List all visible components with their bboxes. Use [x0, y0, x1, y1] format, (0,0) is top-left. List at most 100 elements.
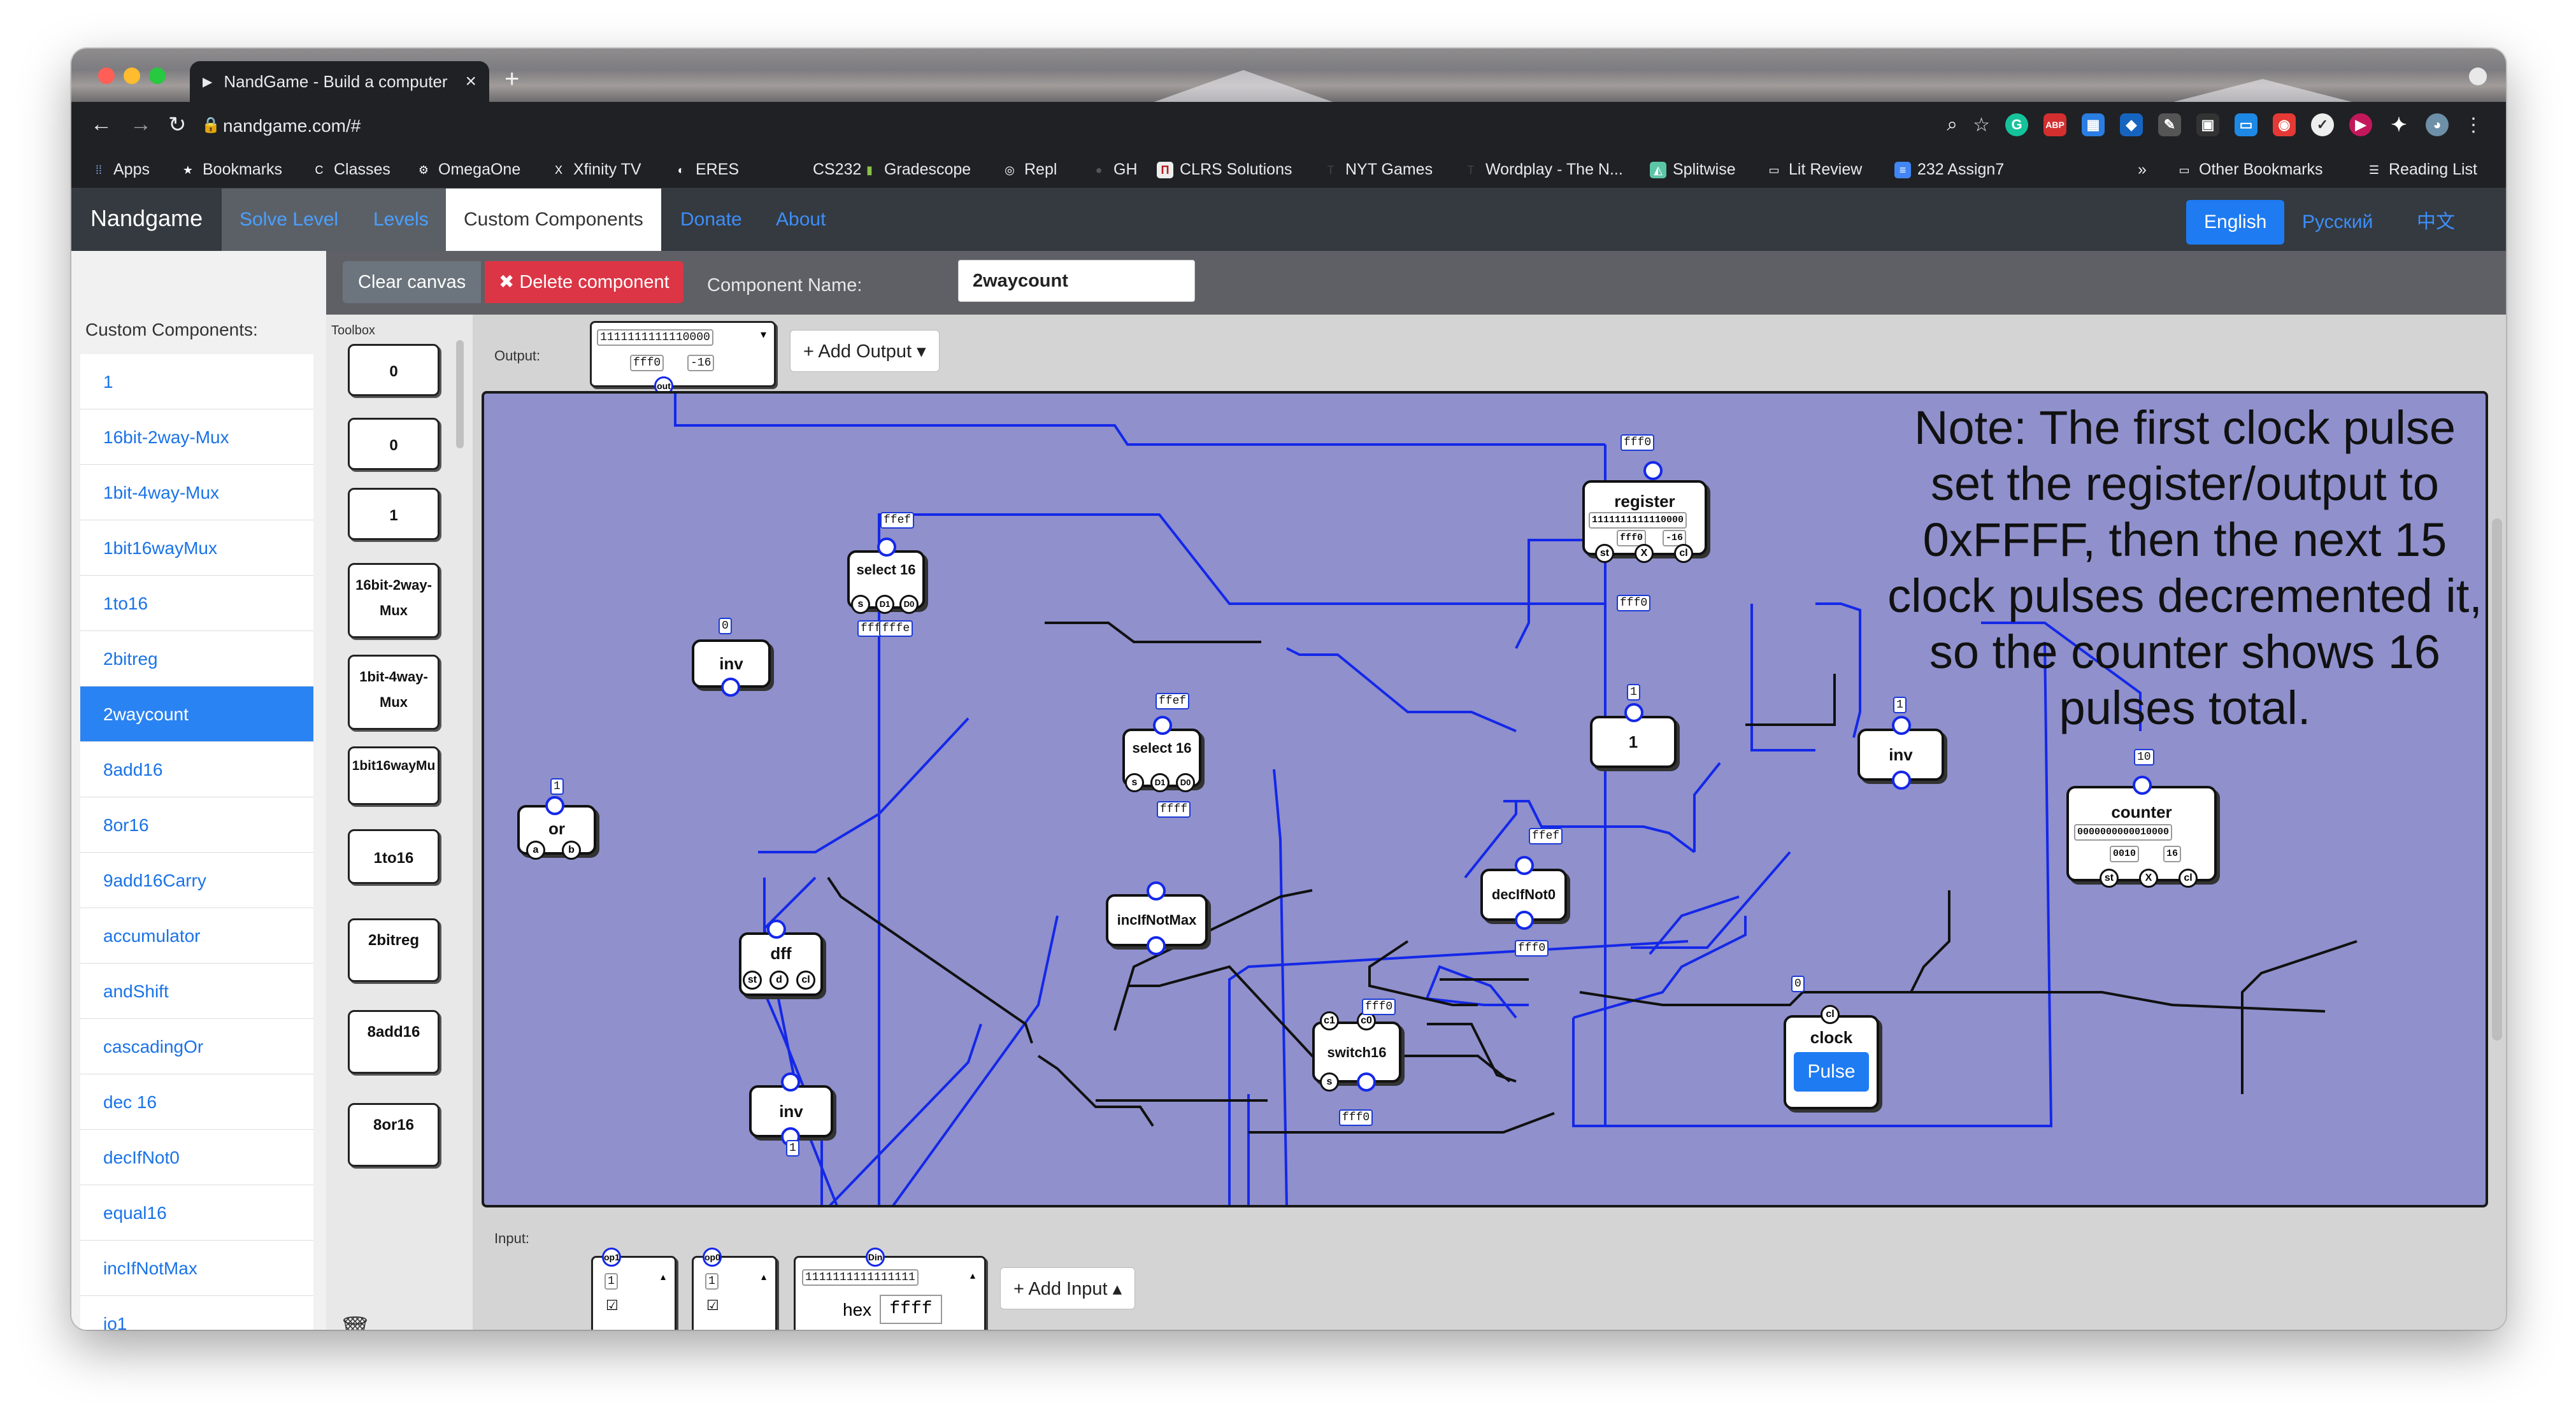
switch-output-pin[interactable]: [1357, 1072, 1376, 1092]
extension-icon[interactable]: ✎: [2158, 113, 2181, 136]
select-input-pin[interactable]: [1153, 716, 1172, 735]
avatar[interactable]: ◕: [2426, 113, 2449, 136]
stepper-up-icon[interactable]: ▴: [661, 1271, 666, 1283]
output-dropdown-icon[interactable]: ▾: [761, 328, 766, 341]
bookmark-232assign7[interactable]: ≡ 232 Assign7: [1894, 160, 2004, 179]
bookmark-apps[interactable]: ⁞⁞ Apps: [90, 160, 150, 179]
close-tab-icon[interactable]: ×: [465, 71, 476, 92]
toolbox-item[interactable]: 8add16: [348, 1010, 440, 1074]
nav-levels[interactable]: Levels: [355, 189, 447, 251]
dff-pin-d[interactable]: d: [769, 971, 789, 990]
select-pin-d0[interactable]: D0: [1176, 773, 1195, 792]
clear-canvas-button[interactable]: Clear canvas: [343, 261, 482, 303]
puzzle-icon[interactable]: ✦: [2387, 113, 2410, 136]
toolbox-item[interactable]: 1bit-4way-Mux: [348, 655, 440, 730]
input-value[interactable]: 1: [605, 1273, 618, 1290]
bookmark-eres[interactable]: ◐ ERES: [673, 160, 740, 179]
component-item[interactable]: 1: [80, 354, 313, 409]
dff-pin-st[interactable]: st: [743, 971, 762, 990]
component-item[interactable]: decIfNot0: [80, 1130, 313, 1185]
component-item[interactable]: cascadingOr: [80, 1019, 313, 1074]
inv-input-pin[interactable]: [781, 1072, 800, 1092]
component-item[interactable]: dec 16: [80, 1074, 313, 1130]
counter-input-pin[interactable]: [2133, 776, 2152, 795]
component-item[interactable]: 8or16: [80, 797, 313, 853]
bookmark-bookmarks[interactable]: ★ Bookmarks: [180, 160, 282, 179]
page-scrollbar[interactable]: [2492, 518, 2502, 1041]
counter-pin-x[interactable]: X: [2139, 869, 2158, 888]
url-bar[interactable]: nandgame.com/#: [223, 116, 361, 136]
component-item[interactable]: 9add16Carry: [80, 853, 313, 908]
other-bookmarks[interactable]: ▭ Other Bookmarks: [2176, 160, 2322, 179]
lang-chinese[interactable]: 中文: [2399, 200, 2473, 245]
bookmark-clrs[interactable]: Π CLRS Solutions: [1157, 160, 1292, 179]
dff-pin-cl[interactable]: cl: [796, 971, 815, 990]
add-input-button[interactable]: + Add Input ▴: [1000, 1267, 1136, 1309]
trash-icon[interactable]: 🗑: [339, 1314, 371, 1330]
back-icon[interactable]: ←: [90, 112, 112, 137]
incifnotmax-input-pin[interactable]: [1147, 881, 1166, 901]
toolbox-item[interactable]: 1to16: [348, 829, 440, 884]
add-output-button[interactable]: + Add Output ▾: [790, 330, 940, 372]
component-item[interactable]: 2bitreg: [80, 631, 313, 687]
bookmark-xfinity[interactable]: X Xfinity TV: [550, 160, 641, 179]
select-pin-d1[interactable]: D1: [875, 595, 894, 614]
input-checkbox[interactable]: ☑: [606, 1297, 619, 1314]
maximize-window-button[interactable]: [149, 68, 166, 84]
toolbox-item[interactable]: 8or16: [348, 1103, 440, 1167]
register-pin-st[interactable]: st: [1595, 544, 1614, 563]
extension-icon[interactable]: ✓: [2311, 113, 2334, 136]
new-tab-button[interactable]: +: [504, 65, 519, 94]
clock-gate[interactable]: clock Pulse: [1784, 1015, 1879, 1109]
or-pin-a[interactable]: a: [526, 841, 545, 860]
delete-component-button[interactable]: ✖ Delete component: [485, 261, 683, 303]
stepper-up-icon[interactable]: ▴: [970, 1269, 975, 1282]
component-item-active[interactable]: 2waycount: [80, 687, 313, 742]
input-pin[interactable]: op0: [703, 1248, 722, 1267]
nav-donate[interactable]: Donate: [662, 189, 760, 251]
input-box-op0[interactable]: op0 1 ☑ ▴: [692, 1248, 777, 1330]
close-window-button[interactable]: [98, 68, 115, 84]
minimize-window-button[interactable]: [124, 68, 140, 84]
bookmark-nyt[interactable]: T NYT Games: [1322, 160, 1433, 179]
select-input-pin[interactable]: [877, 538, 896, 557]
select-pin-d1[interactable]: D1: [1150, 773, 1170, 792]
extension-icon[interactable]: ◉: [2273, 113, 2296, 136]
bookmark-omegaone[interactable]: ⚙ OmegaOne: [415, 160, 520, 179]
nav-about[interactable]: About: [758, 189, 843, 251]
register-pin-cl[interactable]: cl: [1674, 544, 1693, 563]
bookmark-classes[interactable]: C Classes: [311, 160, 390, 179]
incifnotmax-output-pin[interactable]: [1147, 936, 1166, 955]
toolbox-item[interactable]: 2bitreg: [348, 918, 440, 982]
component-item[interactable]: incIfNotMax: [80, 1241, 313, 1296]
bookmark-repl[interactable]: ◎ Repl: [1001, 160, 1057, 179]
select-pin-s[interactable]: s: [1125, 773, 1144, 792]
register-input-pin[interactable]: [1643, 461, 1663, 480]
component-item[interactable]: io1: [80, 1296, 313, 1330]
select-pin-d0[interactable]: D0: [899, 595, 919, 614]
kebab-menu-icon[interactable]: ⋮: [2464, 114, 2483, 136]
nav-solve-level[interactable]: Solve Level: [222, 189, 357, 251]
adblock-icon[interactable]: ABP: [2043, 113, 2066, 136]
input-box-op1[interactable]: op1 1 ☑ ▴: [591, 1248, 676, 1330]
clock-pin-cl[interactable]: cl: [1821, 1005, 1840, 1024]
dff-output-pin[interactable]: [767, 920, 786, 939]
component-item[interactable]: accumulator: [80, 908, 313, 964]
input-pin[interactable]: op1: [602, 1248, 621, 1267]
component-item[interactable]: 8add16: [80, 742, 313, 797]
extension-icon[interactable]: ▶: [2349, 113, 2372, 136]
inv-output-pin[interactable]: [721, 678, 740, 697]
extension-icon[interactable]: ◆: [2120, 113, 2143, 136]
toolbox-scrollbar[interactable]: [456, 340, 464, 448]
lang-russian[interactable]: Русский: [2284, 200, 2391, 245]
forward-icon[interactable]: →: [130, 112, 152, 137]
decifnot0-input-pin[interactable]: [1515, 856, 1534, 875]
inv-input-pin[interactable]: [1892, 716, 1911, 735]
component-item[interactable]: andShift: [80, 964, 313, 1019]
const-pin[interactable]: [1624, 703, 1643, 722]
component-item[interactable]: equal16: [80, 1185, 313, 1241]
grammarly-icon[interactable]: G: [2005, 113, 2028, 136]
browser-tab[interactable]: ▶ NandGame - Build a computer ×: [190, 61, 489, 102]
counter-pin-cl[interactable]: cl: [2179, 869, 2198, 888]
or-pin-b[interactable]: b: [562, 841, 581, 860]
